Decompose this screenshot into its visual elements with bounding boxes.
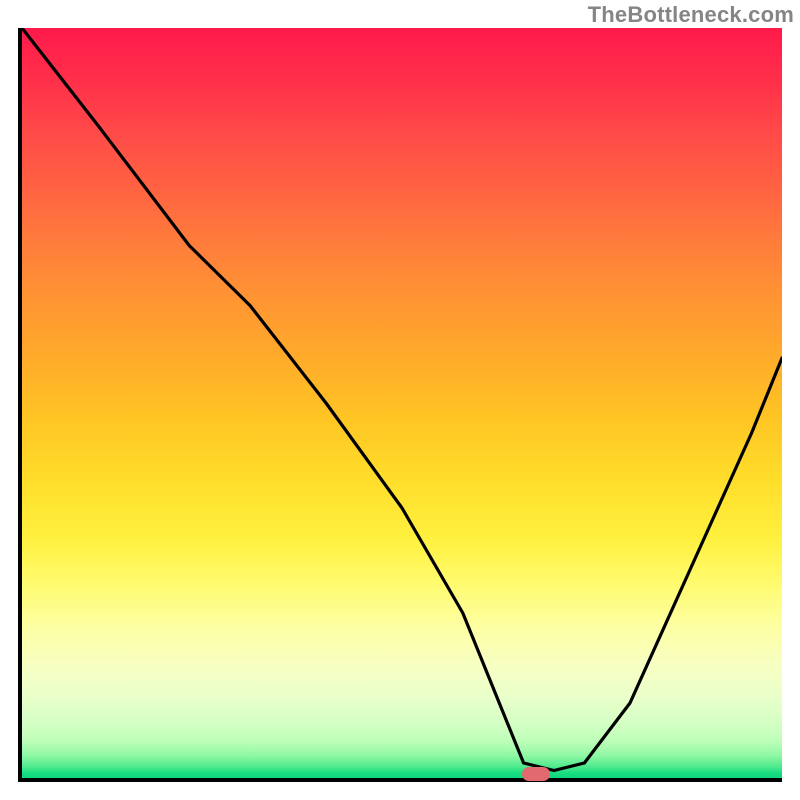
- curve-layer: [22, 28, 782, 778]
- chart-stage: TheBottleneck.com: [0, 0, 800, 800]
- optimal-marker: [522, 767, 550, 781]
- watermark-label: TheBottleneck.com: [588, 2, 794, 28]
- plot-area: [18, 28, 782, 782]
- bottleneck-curve: [22, 28, 782, 771]
